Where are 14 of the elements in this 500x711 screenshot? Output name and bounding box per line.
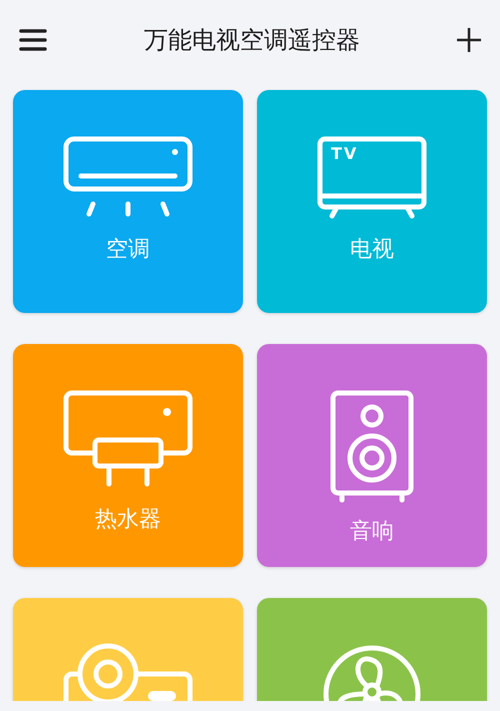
menu-icon — [18, 28, 48, 52]
tile-label: 电视 — [350, 236, 394, 264]
speaker-icon — [330, 390, 414, 502]
tile-label: 音响 — [350, 518, 394, 546]
device-tile[interactable]: 空调 — [13, 90, 243, 313]
tv-icon — [317, 136, 427, 220]
tv-logo-text: TV — [331, 144, 358, 163]
tile-label: 热水器 — [95, 506, 161, 534]
device-tile[interactable]: 音响 — [257, 344, 487, 567]
device-tile[interactable]: 热水器 — [13, 344, 243, 567]
plus-icon — [456, 27, 482, 53]
app-title: 万能电视空调遥控器 — [144, 25, 360, 56]
device-tile[interactable]: TV 电视 — [257, 90, 487, 313]
tile-label: 空调 — [106, 236, 150, 264]
